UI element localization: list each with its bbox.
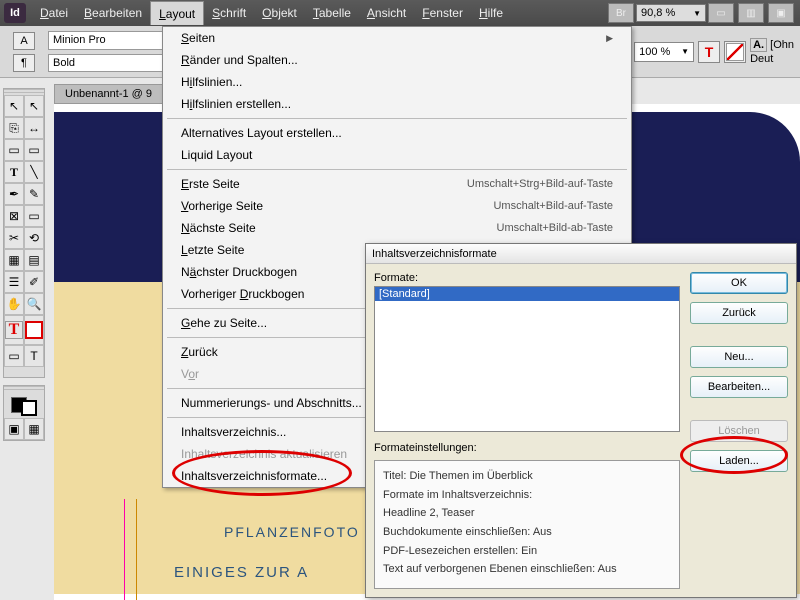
para-format-icon[interactable]: ¶ [13, 54, 35, 72]
guide-line [124, 499, 125, 600]
shortcut-label: Umschalt+Strg+Bild-auf-Taste [467, 178, 613, 190]
delete-button: Löschen [690, 420, 788, 442]
edit-button[interactable]: Bearbeiten... [690, 376, 788, 398]
style-ohne-label: A. [Ohn [750, 39, 794, 51]
font-family-field[interactable]: Minion Pro [48, 31, 168, 50]
scissors-tool[interactable]: ✂ [4, 227, 24, 249]
menu-bearbeiten[interactable]: Bearbeiten [76, 1, 150, 25]
chevron-down-icon: ▼ [693, 9, 701, 18]
toc-formats-dialog: Inhaltsverzeichnisformate Formate: [Stan… [365, 243, 797, 598]
settings-line: Text auf verborgenen Ebenen einschließen… [383, 560, 671, 579]
menu-separator [167, 169, 627, 170]
document-tab[interactable]: Unbenannt-1 @ 9 [54, 84, 163, 104]
view-mode-preview[interactable]: ▦ [24, 418, 44, 440]
app-icon: Id [4, 3, 26, 23]
char-color-icon[interactable]: T [698, 41, 720, 63]
formats-label: Formate: [374, 272, 680, 284]
gradient-feather-tool[interactable]: ▤ [24, 249, 44, 271]
scale-field[interactable]: 100 %▼ [634, 42, 694, 62]
menu-ansicht[interactable]: Ansicht [359, 1, 414, 25]
page-tool[interactable]: ⎘ [4, 117, 24, 139]
menu-item-raender[interactable]: Ränder und Spalten... [163, 49, 631, 71]
chevron-down-icon: ▼ [681, 47, 689, 56]
arrange-icon[interactable]: ▥ [738, 3, 764, 23]
char-format-icon[interactable]: A [13, 32, 35, 50]
gap-tool[interactable]: ↔ [24, 117, 44, 139]
zoom-value: 90,8 % [641, 7, 675, 19]
selection-tool[interactable]: ↖ [4, 95, 24, 117]
lang-label: Deut [750, 53, 794, 65]
eyedropper-tool[interactable]: ✐ [24, 271, 44, 293]
page-text: EINIGES ZUR A [174, 564, 309, 581]
settings-line: Buchdokumente einschließen: Aus [383, 523, 671, 542]
swap-fill-stroke[interactable] [24, 315, 44, 345]
line-tool[interactable]: ╲ [24, 161, 44, 183]
pen-tool[interactable]: ✒ [4, 183, 24, 205]
type-tool[interactable]: T [4, 161, 24, 183]
ok-button[interactable]: OK [690, 272, 788, 294]
view-options-icon[interactable]: ▣ [768, 3, 794, 23]
menu-hilfe[interactable]: Hilfe [471, 1, 511, 25]
menu-layout[interactable]: Layout [150, 1, 204, 25]
menu-item-hilfslinien[interactable]: Hilfslinien... [163, 71, 631, 93]
formats-listbox[interactable]: [Standard] [374, 286, 680, 432]
menu-separator [167, 118, 627, 119]
fill-stroke-proxy[interactable]: T [4, 315, 24, 345]
zoom-tool[interactable]: 🔍 [24, 293, 44, 315]
pencil-tool[interactable]: ✎ [24, 183, 44, 205]
fill-stroke-swatches[interactable] [4, 392, 44, 418]
toolbox-bottom: ▣▦ [3, 385, 45, 441]
menu-item-seiten[interactable]: Seiten▶ [163, 27, 631, 49]
menu-item-alt-layout[interactable]: Alternatives Layout erstellen... [163, 122, 631, 144]
bridge-button[interactable]: Br [608, 3, 634, 23]
hand-tool[interactable]: ✋ [4, 293, 24, 315]
menu-fenster[interactable]: Fenster [414, 1, 471, 25]
menu-item-vorherige-seite[interactable]: Vorherige SeiteUmschalt+Bild-auf-Taste [163, 195, 631, 217]
settings-line: PDF-Lesezeichen erstellen: Ein [383, 542, 671, 561]
new-button[interactable]: Neu... [690, 346, 788, 368]
menubar: Id Datei Bearbeiten Layout Schrift Objek… [0, 0, 800, 26]
settings-label: Formateinstellungen: [374, 442, 680, 454]
content-placer-tool[interactable]: ▭ [24, 139, 44, 161]
settings-line: Formate im Inhaltsverzeichnis: [383, 486, 671, 505]
guide-line [136, 499, 137, 600]
menu-item-erste-seite[interactable]: Erste SeiteUmschalt+Strg+Bild-auf-Taste [163, 173, 631, 195]
menu-datei[interactable]: Datei [32, 1, 76, 25]
toolbox: ↖↖ ⎘↔ ▭▭ T╲ ✒✎ ⊠▭ ✂⟲ ▦▤ ☰✐ ✋🔍 T ▭T [3, 88, 45, 378]
shortcut-label: Umschalt+Bild-auf-Taste [493, 200, 613, 212]
content-collector-tool[interactable]: ▭ [4, 139, 24, 161]
transform-tool[interactable]: ⟲ [24, 227, 44, 249]
menu-item-liquid[interactable]: Liquid Layout [163, 144, 631, 166]
format-container-icon[interactable]: ▭ [4, 345, 24, 367]
load-button[interactable]: Laden... [690, 450, 788, 472]
dialog-titlebar[interactable]: Inhaltsverzeichnisformate [366, 244, 796, 264]
stroke-swatch[interactable] [21, 400, 37, 416]
format-text-icon[interactable]: T [24, 345, 44, 367]
rectangle-tool[interactable]: ▭ [24, 205, 44, 227]
stroke-none-icon[interactable] [724, 41, 746, 63]
cancel-button[interactable]: Zurück [690, 302, 788, 324]
gradient-swatch-tool[interactable]: ▦ [4, 249, 24, 271]
menu-item-hilfslinien-erstellen[interactable]: Hilfslinien erstellen... [163, 93, 631, 115]
zoom-field[interactable]: 90,8 % ▼ [636, 4, 706, 22]
view-mode-normal[interactable]: ▣ [4, 418, 24, 440]
menu-item-naechste-seite[interactable]: Nächste SeiteUmschalt+Bild-ab-Taste [163, 217, 631, 239]
shortcut-label: Umschalt+Bild-ab-Taste [497, 222, 613, 234]
page-text: PFLANZENFOTO [224, 524, 360, 540]
font-weight-field[interactable]: Bold [48, 54, 168, 73]
rectangle-frame-tool[interactable]: ⊠ [4, 205, 24, 227]
menu-objekt[interactable]: Objekt [254, 1, 305, 25]
list-item[interactable]: [Standard] [375, 287, 679, 301]
settings-line: Titel: Die Themen im Überblick [383, 467, 671, 486]
format-settings-box: Titel: Die Themen im Überblick Formate i… [374, 460, 680, 589]
note-tool[interactable]: ☰ [4, 271, 24, 293]
screen-mode-icon[interactable]: ▭ [708, 3, 734, 23]
direct-selection-tool[interactable]: ↖ [24, 95, 44, 117]
settings-line: Headline 2, Teaser [383, 504, 671, 523]
menu-schrift[interactable]: Schrift [204, 1, 254, 25]
submenu-arrow-icon: ▶ [606, 33, 613, 44]
menu-tabelle[interactable]: Tabelle [305, 1, 359, 25]
